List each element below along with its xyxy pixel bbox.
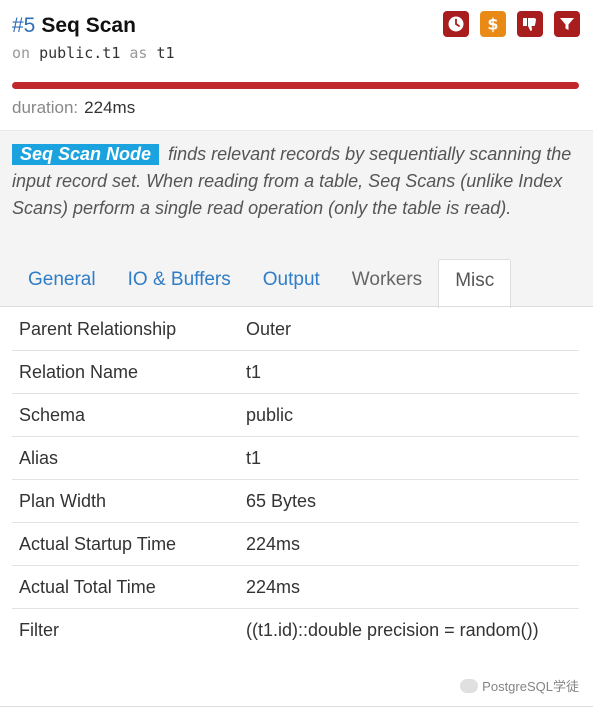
as-keyword: as (129, 44, 148, 62)
relation-name: public.t1 (39, 44, 121, 62)
duration-value: 224ms (84, 98, 136, 117)
row-value: ((t1.id)::double precision = random()) (246, 619, 539, 640)
row-value: public (246, 404, 294, 425)
tabs-divider (0, 306, 593, 307)
bottom-divider (0, 706, 593, 707)
watermark: PostgreSQL学徒 (460, 676, 579, 695)
detail-tabs: General IO & Buffers Output Workers Misc (12, 259, 512, 308)
row-key: Actual Startup Time (19, 533, 177, 554)
node-number: #5 (12, 14, 36, 37)
misc-table: Parent Relationship Outer Relation Name … (12, 308, 579, 651)
relation-alias: t1 (156, 44, 175, 62)
row-key: Parent Relationship (19, 318, 177, 339)
on-keyword: on (12, 44, 31, 62)
row-key: Plan Width (19, 490, 107, 511)
svg-text:$: $ (487, 15, 498, 33)
row-value: t1 (246, 361, 262, 382)
tab-io-buffers[interactable]: IO & Buffers (112, 259, 247, 307)
tab-output[interactable]: Output (247, 259, 336, 307)
row-value: t1 (246, 447, 262, 468)
row-value: 224ms (246, 576, 301, 597)
table-row: Filter ((t1.id)::double precision = rand… (12, 608, 579, 651)
wechat-icon (460, 678, 479, 693)
node-relation-line: on public.t1 as t1 (12, 44, 175, 62)
watermark-text: PostgreSQL学徒 (482, 679, 579, 694)
row-key: Relation Name (19, 361, 139, 382)
row-value: 224ms (246, 533, 301, 554)
filter-icon[interactable] (554, 11, 580, 37)
row-key: Alias (19, 447, 59, 468)
table-row: Alias t1 (12, 436, 579, 479)
duration-label: duration: (12, 98, 79, 117)
table-row: Actual Total Time 224ms (12, 565, 579, 608)
tab-misc[interactable]: Misc (438, 259, 512, 308)
tab-general[interactable]: General (12, 259, 112, 307)
table-row: Actual Startup Time 224ms (12, 522, 579, 565)
duration: duration: 224ms (12, 98, 135, 118)
row-key: Filter (19, 619, 59, 640)
node-description-panel: Seq Scan Node finds relevant records by … (0, 130, 593, 308)
node-type-tag: Seq Scan Node (12, 144, 160, 165)
row-value: Outer (246, 318, 292, 339)
dollar-icon[interactable]: $ (480, 11, 506, 37)
node-title: #5 Seq Scan (12, 12, 136, 40)
row-value: 65 Bytes (246, 490, 317, 511)
clock-icon[interactable] (443, 11, 469, 37)
node-header: #5 Seq Scan on public.t1 as t1 $ duratio… (0, 0, 593, 130)
duration-bar (12, 82, 579, 89)
node-badges: $ (443, 11, 580, 37)
tab-workers[interactable]: Workers (336, 259, 438, 307)
table-row: Parent Relationship Outer (12, 308, 579, 350)
table-row: Schema public (12, 393, 579, 436)
node-description: Seq Scan Node finds relevant records by … (12, 141, 582, 222)
table-row: Plan Width 65 Bytes (12, 479, 579, 522)
node-name: Seq Scan (41, 14, 136, 37)
row-key: Actual Total Time (19, 576, 156, 597)
thumbs-down-icon[interactable] (517, 11, 543, 37)
table-row: Relation Name t1 (12, 350, 579, 393)
row-key: Schema (19, 404, 86, 425)
